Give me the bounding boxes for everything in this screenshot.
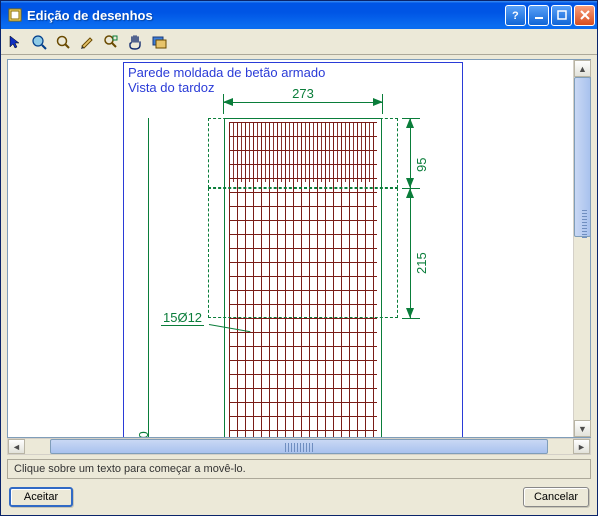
dimension-right-upper: 95 bbox=[400, 118, 424, 188]
status-text: Clique sobre um texto para começar a mov… bbox=[14, 463, 246, 475]
horizontal-scrollbar[interactable]: ◄ ► bbox=[7, 438, 591, 455]
horizontal-scroll-thumb[interactable] bbox=[50, 439, 548, 454]
dimension-left-value: 040 bbox=[136, 431, 151, 437]
maximize-button[interactable] bbox=[551, 5, 572, 26]
dimension-right-upper-value: 95 bbox=[414, 158, 429, 172]
dialog-footer: Aceitar Cancelar bbox=[1, 479, 597, 515]
drawing-title-line1: Parede moldada de betão armado bbox=[128, 65, 325, 80]
titlebar: Edição de desenhos ? bbox=[1, 1, 597, 29]
cancel-button[interactable]: Cancelar bbox=[523, 487, 589, 507]
scroll-up-button[interactable]: ▲ bbox=[574, 60, 591, 77]
drawing: Parede moldada de betão armado Vista do … bbox=[28, 62, 548, 437]
redraw-tool[interactable] bbox=[149, 32, 169, 52]
horizontal-scroll-track[interactable] bbox=[25, 439, 573, 454]
zoom-extents-tool[interactable] bbox=[101, 32, 121, 52]
canvas-holder: Parede moldada de betão armado Vista do … bbox=[7, 59, 591, 438]
dimension-right-lower: 215 bbox=[400, 188, 424, 318]
dimension-top-value: 273 bbox=[283, 86, 323, 101]
dimension-right-lower-value: 215 bbox=[414, 252, 429, 274]
zoom-window-tool[interactable] bbox=[29, 32, 49, 52]
dialog-window: Edição de desenhos ? bbox=[0, 0, 598, 516]
accept-button[interactable]: Aceitar bbox=[9, 487, 73, 507]
help-button[interactable]: ? bbox=[505, 5, 526, 26]
zone-lower bbox=[208, 188, 398, 318]
pan-tool[interactable] bbox=[125, 32, 145, 52]
scroll-grip-icon bbox=[582, 210, 587, 238]
edit-tool[interactable] bbox=[77, 32, 97, 52]
rebar-leader: 15Ø12 bbox=[161, 316, 231, 332]
dimension-top: 273 bbox=[223, 90, 383, 114]
pointer-tool[interactable] bbox=[5, 32, 25, 52]
content-area: Parede moldada de betão armado Vista do … bbox=[7, 59, 591, 455]
svg-text:?: ? bbox=[512, 10, 519, 21]
status-bar: Clique sobre um texto para começar a mov… bbox=[7, 459, 591, 479]
window-controls: ? bbox=[505, 5, 595, 26]
scroll-down-button[interactable]: ▼ bbox=[574, 420, 591, 437]
scroll-grip-icon bbox=[285, 443, 313, 452]
toolbar bbox=[1, 29, 597, 55]
zone-upper bbox=[208, 118, 398, 188]
window-title: Edição de desenhos bbox=[27, 8, 505, 23]
minimize-button[interactable] bbox=[528, 5, 549, 26]
dimension-left: 040 bbox=[138, 118, 158, 437]
scroll-right-button[interactable]: ► bbox=[573, 439, 590, 454]
scroll-left-button[interactable]: ◄ bbox=[8, 439, 25, 454]
zoom-tool[interactable] bbox=[53, 32, 73, 52]
close-button[interactable] bbox=[574, 5, 595, 26]
vertical-scrollbar[interactable]: ▲ ▼ bbox=[573, 60, 590, 437]
app-icon bbox=[7, 7, 23, 23]
rebar-leader-text: 15Ø12 bbox=[161, 310, 204, 326]
drawing-canvas[interactable]: Parede moldada de betão armado Vista do … bbox=[8, 60, 573, 437]
